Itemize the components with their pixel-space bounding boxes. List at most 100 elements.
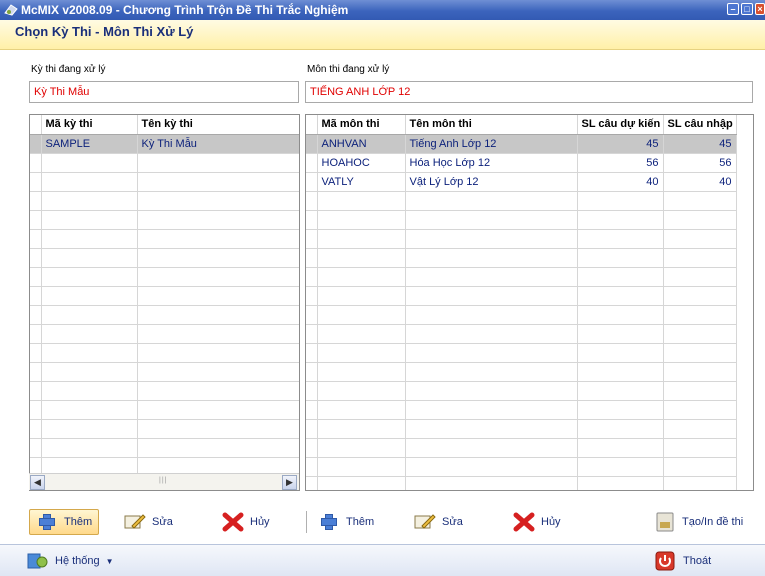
empty-cell: [137, 419, 299, 439]
empty-cell: [137, 172, 299, 192]
empty-cell: [577, 324, 664, 344]
empty-cell: [306, 286, 318, 306]
empty-cell: [317, 438, 406, 458]
close-button[interactable]: ×: [755, 3, 765, 15]
empty-cell: [306, 210, 318, 230]
empty-cell: [137, 153, 299, 173]
subject-grid[interactable]: Mã môn thi Tên môn thi SL câu dự kiến SL…: [305, 114, 754, 491]
empty-cell: [30, 381, 42, 401]
empty-row: [306, 210, 737, 230]
empty-cell: [41, 229, 138, 249]
empty-cell: [41, 191, 138, 211]
empty-row: [306, 229, 737, 249]
delete-subject-button[interactable]: Hủy: [513, 509, 561, 535]
empty-cell: [137, 305, 299, 325]
row-indicator[interactable]: [306, 134, 318, 154]
empty-row: [306, 191, 737, 211]
empty-cell: [41, 362, 138, 382]
cell-entered-count[interactable]: 40: [663, 172, 737, 192]
edit-exam-button[interactable]: Sửa: [124, 509, 173, 535]
cell-expected-count[interactable]: 45: [577, 134, 664, 154]
edit-icon: [124, 514, 146, 529]
empty-cell: [306, 381, 318, 401]
column-header-subject-name[interactable]: Tên môn thi: [405, 115, 578, 135]
table-row[interactable]: SAMPLE Kỳ Thi Mẫu: [30, 134, 299, 154]
cell-subject-code[interactable]: HOAHOC: [317, 153, 406, 173]
add-exam-button[interactable]: Thêm: [29, 509, 100, 535]
cell-entered-count[interactable]: 56: [663, 153, 737, 173]
empty-cell: [317, 343, 406, 363]
empty-cell: [405, 305, 578, 325]
empty-cell: [663, 267, 737, 287]
empty-cell: [41, 267, 138, 287]
minimize-button[interactable]: –: [727, 3, 739, 15]
system-menu-label: Hệ thống: [55, 555, 100, 567]
empty-cell: [306, 305, 318, 325]
column-header-subject-code[interactable]: Mã môn thi: [317, 115, 406, 135]
maximize-button[interactable]: □: [741, 3, 753, 15]
empty-row: [30, 400, 299, 420]
printer-icon: [656, 512, 674, 532]
empty-cell: [663, 400, 737, 420]
cell-subject-code[interactable]: VATLY: [317, 172, 406, 192]
column-header-exam-name[interactable]: Tên kỳ thi: [137, 115, 299, 135]
empty-cell: [30, 267, 42, 287]
cell-exam-code[interactable]: SAMPLE: [41, 134, 138, 154]
title-bar: McMIX v2008.09 - Chương Trình Trộn Đề Th…: [0, 0, 765, 20]
add-icon: [36, 512, 58, 532]
empty-row: [30, 229, 299, 249]
edit-subject-button[interactable]: Sửa: [414, 509, 463, 535]
cell-subject-code[interactable]: ANHVAN: [317, 134, 406, 154]
empty-cell: [405, 476, 578, 490]
exam-grid-hscrollbar[interactable]: ◀ ||| ▶: [29, 473, 299, 490]
delete-exam-button[interactable]: Hủy: [222, 509, 270, 535]
empty-row: [306, 286, 737, 306]
empty-cell: [317, 305, 406, 325]
empty-cell: [405, 362, 578, 382]
cell-entered-count[interactable]: 45: [663, 134, 737, 154]
row-indicator[interactable]: [306, 172, 318, 192]
empty-cell: [577, 191, 664, 211]
create-print-exam-button[interactable]: Tạo/In đề thi: [654, 509, 743, 535]
cell-exam-name[interactable]: Kỳ Thi Mẫu: [137, 134, 299, 154]
column-header-exam-code[interactable]: Mã kỳ thi: [41, 115, 138, 135]
system-menu-button[interactable]: Hệ thống ▼: [27, 548, 114, 574]
empty-cell: [663, 419, 737, 439]
empty-cell: [405, 419, 578, 439]
empty-cell: [405, 267, 578, 287]
empty-cell: [41, 248, 138, 268]
empty-cell: [577, 381, 664, 401]
scroll-left-arrow-icon[interactable]: ◀: [30, 475, 45, 490]
empty-cell: [405, 381, 578, 401]
cell-subject-name[interactable]: Vật Lý Lớp 12: [405, 172, 578, 192]
add-subject-button[interactable]: Thêm: [318, 509, 374, 535]
empty-cell: [306, 362, 318, 382]
empty-cell: [663, 457, 737, 477]
empty-row: [306, 248, 737, 268]
empty-cell: [577, 362, 664, 382]
cell-expected-count[interactable]: 56: [577, 153, 664, 173]
scroll-grip-icon[interactable]: |||: [159, 477, 167, 484]
table-row[interactable]: VATLY Vật Lý Lớp 12 40 40: [306, 172, 737, 192]
current-exam-field[interactable]: Kỳ Thi Mẫu: [29, 81, 299, 103]
empty-cell: [405, 343, 578, 363]
table-row[interactable]: ANHVAN Tiếng Anh Lớp 12 45 45: [306, 134, 737, 154]
scroll-right-arrow-icon[interactable]: ▶: [282, 475, 297, 490]
row-indicator[interactable]: [30, 134, 42, 154]
row-indicator[interactable]: [306, 153, 318, 173]
cell-subject-name[interactable]: Hóa Học Lớp 12: [405, 153, 578, 173]
cell-expected-count[interactable]: 40: [577, 172, 664, 192]
empty-cell: [137, 343, 299, 363]
exam-grid[interactable]: Mã kỳ thi Tên kỳ thi SAMPLE Kỳ Thi Mẫu: [29, 114, 300, 491]
table-row[interactable]: HOAHOC Hóa Học Lớp 12 56 56: [306, 153, 737, 173]
empty-cell: [30, 210, 42, 230]
empty-cell: [41, 286, 138, 306]
status-bar: Hệ thống ▼ Thoát: [0, 544, 765, 576]
current-subject-field[interactable]: TIẾNG ANH LỚP 12: [305, 81, 753, 103]
empty-cell: [663, 381, 737, 401]
cell-subject-name[interactable]: Tiếng Anh Lớp 12: [405, 134, 578, 154]
empty-cell: [41, 305, 138, 325]
column-header-entered-count[interactable]: SL câu nhập: [663, 115, 737, 135]
exit-button[interactable]: Thoát: [655, 548, 711, 574]
column-header-expected-count[interactable]: SL câu dự kiến: [577, 115, 664, 135]
